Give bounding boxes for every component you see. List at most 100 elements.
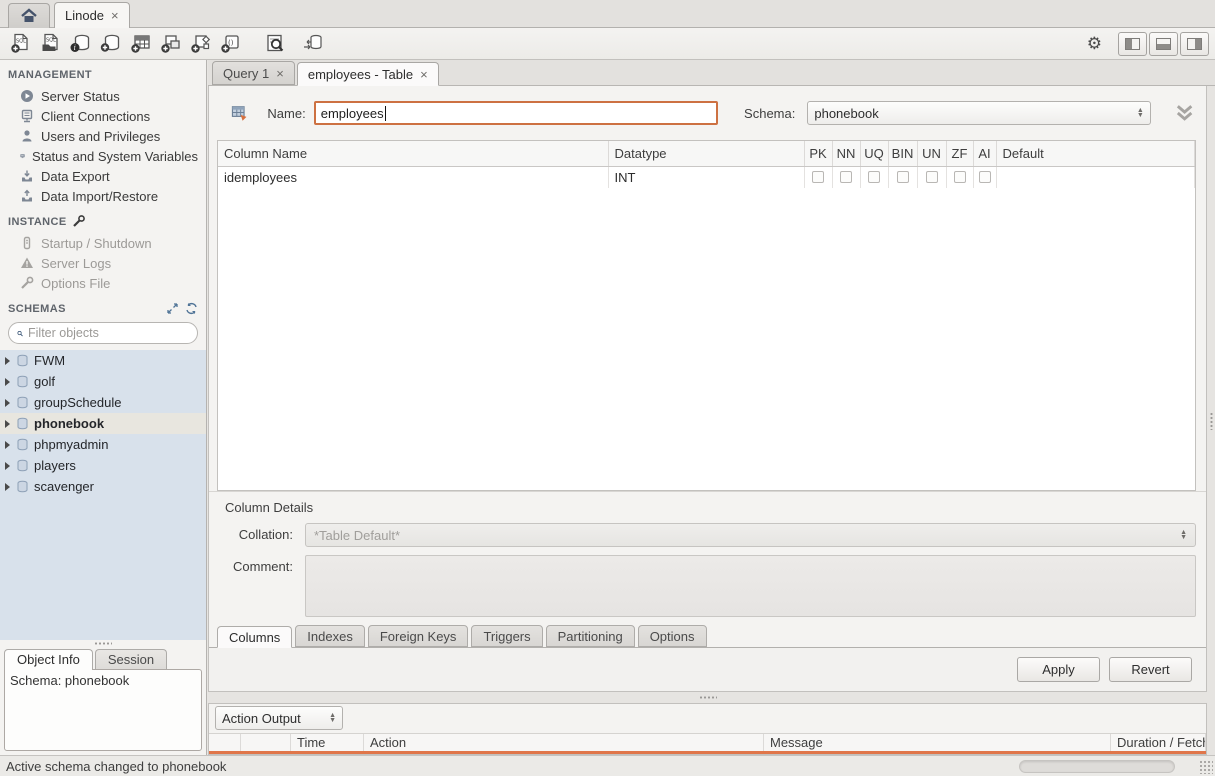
- expander-icon[interactable]: [5, 357, 10, 365]
- col-header-default[interactable]: Default: [996, 141, 1195, 166]
- close-icon[interactable]: ×: [420, 67, 428, 82]
- toggle-left-panel-button[interactable]: [1118, 32, 1147, 56]
- cell-nn[interactable]: [832, 166, 860, 188]
- output-col-action[interactable]: Action: [364, 734, 764, 751]
- create-view-icon[interactable]: [156, 31, 186, 57]
- subtab-triggers[interactable]: Triggers: [471, 625, 542, 647]
- output-col-blank1[interactable]: [209, 734, 241, 751]
- close-icon[interactable]: ×: [111, 8, 119, 23]
- subtab-options[interactable]: Options: [638, 625, 707, 647]
- search-table-data-icon[interactable]: [260, 31, 290, 57]
- table-row[interactable]: idemployees INT: [218, 166, 1195, 188]
- connection-tab[interactable]: Linode ×: [54, 2, 130, 28]
- schema-node-phpmyadmin[interactable]: phpmyadmin: [0, 434, 206, 455]
- expand-panel-icon[interactable]: [166, 302, 179, 315]
- collation-select[interactable]: *Table Default* ▲▼: [305, 523, 1196, 547]
- cell-bin[interactable]: [888, 166, 917, 188]
- col-header-pk[interactable]: PK: [804, 141, 832, 166]
- col-header-bin[interactable]: BIN: [888, 141, 917, 166]
- col-header-datatype[interactable]: Datatype: [608, 141, 804, 166]
- uq-checkbox[interactable]: [868, 171, 880, 183]
- tab-object-info[interactable]: Object Info: [4, 649, 93, 670]
- home-tab[interactable]: [8, 3, 50, 28]
- schema-node-groupschedule[interactable]: groupSchedule: [0, 392, 206, 413]
- tab-query-1[interactable]: Query 1 ×: [212, 61, 295, 85]
- output-col-blank2[interactable]: [241, 734, 291, 751]
- un-checkbox[interactable]: [926, 171, 938, 183]
- tab-employees-table[interactable]: employees - Table ×: [297, 62, 439, 86]
- create-schema-icon[interactable]: [96, 31, 126, 57]
- tab-session[interactable]: Session: [95, 649, 167, 670]
- col-header-nn[interactable]: NN: [832, 141, 860, 166]
- expander-icon[interactable]: [5, 483, 10, 491]
- output-col-message[interactable]: Message: [764, 734, 1111, 751]
- cell-column-name[interactable]: idemployees: [218, 166, 608, 188]
- sidebar-item-server-logs[interactable]: Server Logs: [8, 253, 198, 273]
- subtab-columns[interactable]: Columns: [217, 626, 292, 648]
- cell-un[interactable]: [917, 166, 946, 188]
- window-resize-grip[interactable]: [1199, 760, 1213, 774]
- ai-checkbox[interactable]: [979, 171, 991, 183]
- toggle-bottom-panel-button[interactable]: [1149, 32, 1178, 56]
- table-name-input[interactable]: employees: [314, 101, 718, 125]
- sidebar-item-status-system-variables[interactable]: Status and System Variables: [8, 146, 198, 166]
- cell-ai[interactable]: [973, 166, 996, 188]
- subtab-foreign-keys[interactable]: Foreign Keys: [368, 625, 469, 647]
- col-header-ai[interactable]: AI: [973, 141, 996, 166]
- schema-select[interactable]: phonebook ▲▼: [807, 101, 1150, 125]
- schema-node-fwm[interactable]: FWM: [0, 350, 206, 371]
- new-sql-tab-icon[interactable]: SQL: [6, 31, 36, 57]
- right-splitter[interactable]: [1207, 86, 1215, 755]
- subtab-indexes[interactable]: Indexes: [295, 625, 365, 647]
- sidebar-item-server-status[interactable]: Server Status: [8, 86, 198, 106]
- zf-checkbox[interactable]: [954, 171, 966, 183]
- create-table-icon[interactable]: [126, 31, 156, 57]
- output-col-time[interactable]: Time: [291, 734, 364, 751]
- reconnect-dbms-icon[interactable]: [298, 31, 328, 57]
- expander-icon[interactable]: [5, 441, 10, 449]
- schema-node-phonebook[interactable]: phonebook: [0, 413, 206, 434]
- revert-button[interactable]: Revert: [1109, 657, 1192, 682]
- sidebar-item-data-export[interactable]: Data Export: [8, 166, 198, 186]
- apply-button[interactable]: Apply: [1017, 657, 1100, 682]
- close-icon[interactable]: ×: [276, 66, 284, 81]
- expander-icon[interactable]: [5, 420, 10, 428]
- cell-pk[interactable]: [804, 166, 832, 188]
- open-sql-script-icon[interactable]: SQL: [36, 31, 66, 57]
- expander-icon[interactable]: [5, 378, 10, 386]
- output-splitter[interactable]: [208, 692, 1207, 703]
- toggle-right-panel-button[interactable]: [1180, 32, 1209, 56]
- inspect-database-icon[interactable]: i: [66, 31, 96, 57]
- output-col-duration-fetch[interactable]: Duration / Fetch: [1111, 734, 1206, 751]
- sidebar-item-client-connections[interactable]: Client Connections: [8, 106, 198, 126]
- refresh-icon[interactable]: [185, 302, 198, 315]
- create-routine-icon[interactable]: [186, 31, 216, 57]
- cell-datatype[interactable]: INT: [608, 166, 804, 188]
- sidebar-item-startup-shutdown[interactable]: Startup / Shutdown: [8, 233, 198, 253]
- sidebar-item-data-import[interactable]: Data Import/Restore: [8, 186, 198, 206]
- cell-uq[interactable]: [860, 166, 888, 188]
- sidebar-item-options-file[interactable]: Options File: [8, 273, 198, 293]
- settings-gear-icon[interactable]: ⚙: [1087, 34, 1102, 54]
- expand-header-chevron-icon[interactable]: [1173, 102, 1196, 124]
- col-header-uq[interactable]: UQ: [860, 141, 888, 166]
- nn-checkbox[interactable]: [840, 171, 852, 183]
- output-type-select[interactable]: Action Output ▲▼: [215, 706, 343, 730]
- schema-node-golf[interactable]: golf: [0, 371, 206, 392]
- filter-objects-input[interactable]: [28, 326, 189, 340]
- comment-textarea[interactable]: [305, 555, 1196, 617]
- expander-icon[interactable]: [5, 462, 10, 470]
- sidebar-item-users-privileges[interactable]: Users and Privileges: [8, 126, 198, 146]
- pk-checkbox[interactable]: [812, 171, 824, 183]
- schema-node-players[interactable]: players: [0, 455, 206, 476]
- col-header-un[interactable]: UN: [917, 141, 946, 166]
- bin-checkbox[interactable]: [897, 171, 909, 183]
- subtab-partitioning[interactable]: Partitioning: [546, 625, 635, 647]
- sidebar-splitter[interactable]: [0, 640, 206, 647]
- col-header-zf[interactable]: ZF: [946, 141, 973, 166]
- schema-node-scavenger[interactable]: scavenger: [0, 476, 206, 497]
- cell-zf[interactable]: [946, 166, 973, 188]
- cell-default[interactable]: [996, 166, 1195, 188]
- expander-icon[interactable]: [5, 399, 10, 407]
- create-function-icon[interactable]: (): [216, 31, 246, 57]
